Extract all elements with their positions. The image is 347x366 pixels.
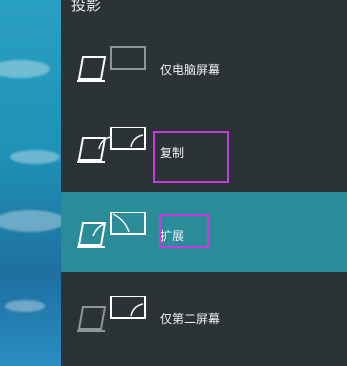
option-label: 仅第二屏幕 bbox=[160, 312, 221, 326]
option-label: 扩展 bbox=[160, 229, 185, 243]
option-pc-screen-only[interactable]: 仅电脑屏幕 bbox=[61, 26, 347, 106]
desktop-wallpaper bbox=[0, 0, 64, 366]
option-second-screen-only[interactable]: 仅第二屏幕 bbox=[61, 276, 347, 356]
option-label: 仅电脑屏幕 bbox=[160, 63, 221, 77]
project-panel: 投影 仅电脑屏幕 复制 扩展 仅第二屏幕 bbox=[61, 0, 347, 366]
option-label: 复制 bbox=[160, 146, 185, 160]
extend-icon bbox=[77, 212, 146, 248]
second-screen-only-icon bbox=[77, 296, 146, 332]
option-duplicate[interactable]: 复制 bbox=[61, 107, 347, 187]
duplicate-icon bbox=[77, 127, 146, 163]
pc-screen-only-icon bbox=[77, 46, 146, 82]
panel-title: 投影 bbox=[71, 0, 102, 14]
option-extend[interactable]: 扩展 bbox=[61, 192, 347, 272]
